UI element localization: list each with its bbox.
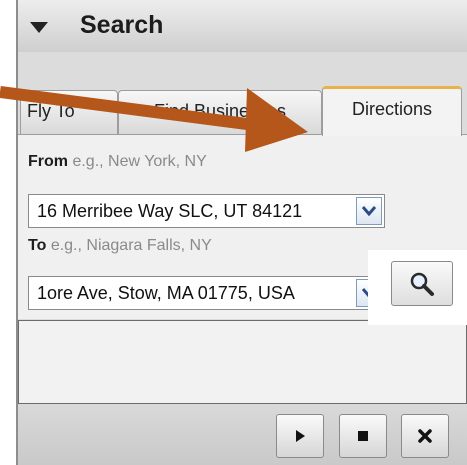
search-button[interactable] [391, 261, 453, 306]
stop-icon [358, 431, 368, 441]
play-button[interactable] [276, 414, 324, 458]
from-dropdown-button[interactable] [356, 197, 382, 225]
close-button[interactable] [401, 414, 449, 458]
search-panel: Search From e.g., New York, NY 16 Merrib… [16, 0, 467, 465]
to-combobox[interactable]: 1ore Ave, Stow, MA 01775, USA [28, 276, 385, 310]
close-icon [418, 429, 432, 443]
play-icon [296, 430, 305, 442]
tab-fly-to-label: Fly To [27, 101, 75, 121]
footer-bar [18, 404, 467, 465]
from-label: From e.g., New York, NY [28, 153, 207, 171]
results-area[interactable] [18, 320, 467, 404]
tab-directions[interactable]: Directions [322, 86, 462, 136]
from-hint: e.g., New York, NY [72, 153, 207, 170]
to-label-text: To [28, 237, 47, 254]
magnifier-icon [410, 272, 434, 296]
collapse-triangle-icon[interactable] [30, 22, 48, 33]
panel-title: Search [80, 11, 164, 39]
to-input[interactable]: 1ore Ave, Stow, MA 01775, USA [37, 283, 352, 304]
to-label: To e.g., Niagara Falls, NY [28, 237, 212, 255]
stop-button[interactable] [339, 414, 387, 458]
from-input[interactable]: 16 Merribee Way SLC, UT 84121 [37, 201, 352, 222]
from-combobox[interactable]: 16 Merribee Way SLC, UT 84121 [28, 194, 385, 228]
tab-directions-label: Directions [351, 99, 433, 119]
chevron-down-icon [361, 206, 377, 217]
tab-fly-to[interactable]: Fly To [20, 90, 118, 134]
tab-find-businesses[interactable]: Find Businesses [118, 90, 322, 134]
tab-find-businesses-label: Find Businesses [153, 101, 287, 121]
to-hint: e.g., Niagara Falls, NY [50, 237, 212, 254]
from-label-text: From [28, 153, 68, 170]
search-header[interactable]: Search [18, 0, 467, 53]
